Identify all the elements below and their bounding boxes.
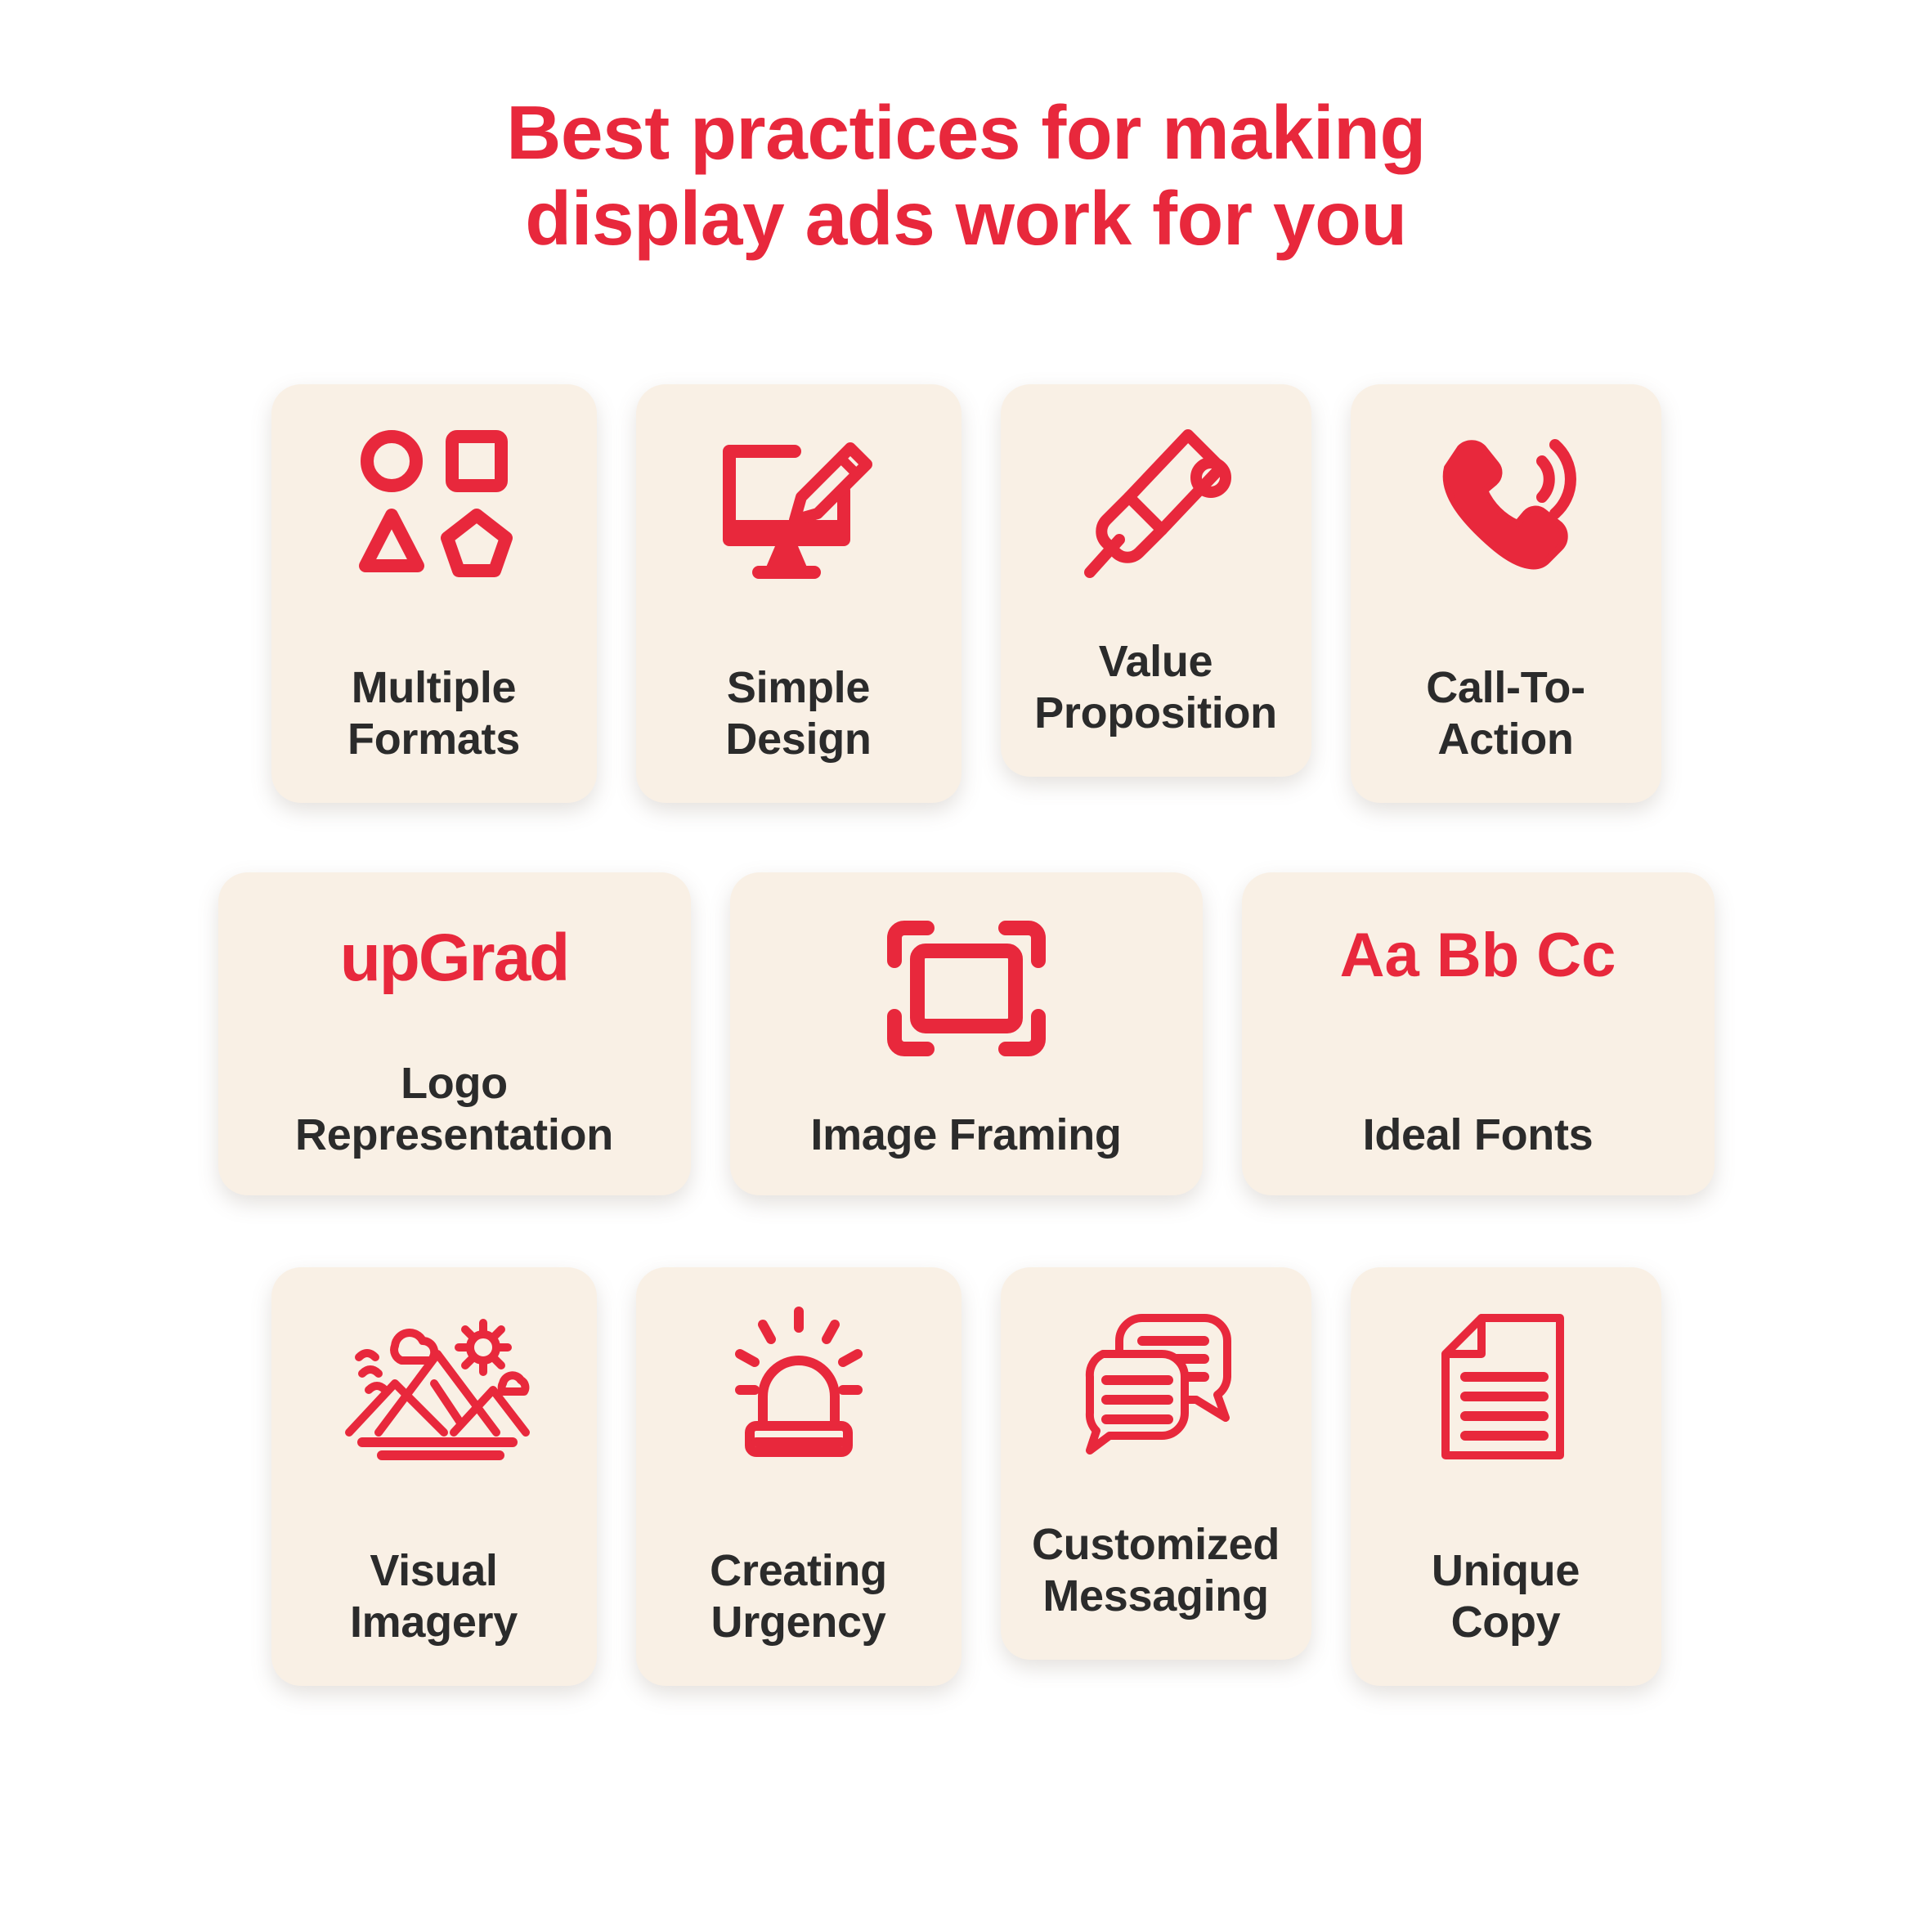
card-customized-messaging[interactable]: Customized Messaging [1000, 1267, 1311, 1660]
upgrad-logo-text: upGrad [339, 921, 571, 995]
card-label-line-1: Visual [370, 1545, 498, 1595]
page-title: Best practices for making display ads wo… [0, 90, 1932, 262]
font-sample: Aa Bb Cc [1340, 925, 1616, 987]
cards-grid: Multiple Formats Simple Design Value Pro… [0, 384, 1932, 1755]
card-label: Simple Design [725, 662, 872, 765]
card-label: Customized Messaging [1032, 1519, 1280, 1622]
monitor-pencil-icon [713, 422, 885, 585]
card-label-line-2: Representation [295, 1109, 613, 1159]
card-label: Call-To- Action [1426, 662, 1585, 765]
card-label-line-1: Logo [401, 1058, 508, 1108]
card-label-line-2: Urgency [710, 1597, 886, 1647]
card-visual-imagery[interactable]: Visual Imagery [271, 1267, 597, 1686]
card-label: Visual Imagery [350, 1545, 518, 1648]
title-line-1: Best practices for making [506, 90, 1426, 175]
infographic-page: Best practices for making display ads wo… [0, 0, 1932, 1932]
document-icon [1432, 1305, 1580, 1468]
card-label-line-1: Image Framing [810, 1109, 1122, 1159]
card-label-line-2: Design [725, 714, 872, 764]
card-label-line-2: Imagery [349, 1597, 518, 1647]
card-image-framing[interactable]: Image Framing [729, 872, 1203, 1195]
shapes-icon [352, 422, 516, 585]
phone-ring-icon [1424, 422, 1588, 585]
card-multiple-formats[interactable]: Multiple Formats [271, 384, 597, 803]
upgrad-logo: upGrad [339, 921, 571, 995]
card-label-line-1: Call-To- [1426, 662, 1585, 712]
card-unique-copy[interactable]: Unique Copy [1350, 1267, 1661, 1686]
card-creating-urgency[interactable]: Creating Urgency [635, 1267, 962, 1686]
font-sample-text: Aa Bb Cc [1339, 921, 1616, 990]
card-label-line-2: Copy [1450, 1597, 1561, 1647]
card-label: Ideal Fonts [1363, 1109, 1594, 1161]
card-label-line-1: Multiple [351, 662, 517, 712]
card-label-line-1: Ideal Fonts [1362, 1109, 1594, 1159]
card-label-line-1: Value [1098, 636, 1213, 686]
card-label-line-2: Action [1437, 714, 1574, 764]
card-label-line-1: Creating [710, 1545, 887, 1595]
card-call-to-action[interactable]: Call-To- Action [1350, 384, 1661, 803]
card-ideal-fonts[interactable]: Aa Bb Cc Ideal Fonts [1241, 872, 1715, 1195]
card-value-proposition[interactable]: Value Proposition [1000, 384, 1311, 777]
card-label-line-1: Customized [1031, 1519, 1280, 1569]
chat-bubbles-icon [1070, 1305, 1242, 1460]
card-label-line-1: Unique [1431, 1545, 1580, 1595]
card-logo-representation[interactable]: upGrad Logo Representation [217, 872, 691, 1195]
siren-icon [717, 1305, 881, 1468]
card-label: Logo Representation [295, 1058, 613, 1161]
card-label: Unique Copy [1432, 1545, 1580, 1648]
mountain-landscape-icon [336, 1305, 532, 1460]
card-label-line-2: Messaging [1042, 1571, 1269, 1620]
card-label: Multiple Formats [347, 662, 520, 765]
card-label: Value Proposition [1034, 636, 1277, 739]
title-line-2: display ads work for you [525, 176, 1407, 262]
cards-row-1: Multiple Formats Simple Design Value Pro… [0, 384, 1932, 803]
megaphone-icon [1070, 422, 1242, 585]
card-label-line-1: Simple [726, 662, 871, 712]
cards-row-3: Visual Imagery Creating Urgency Customiz… [0, 1267, 1932, 1686]
card-label: Creating Urgency [710, 1545, 887, 1648]
cards-row-2: upGrad Logo Representation Image Framing… [0, 872, 1932, 1195]
image-frame-icon [885, 918, 1048, 1059]
card-label-line-2: Formats [347, 714, 520, 764]
card-label-line-2: Proposition [1034, 688, 1277, 737]
card-simple-design[interactable]: Simple Design [635, 384, 962, 803]
card-label: Image Framing [810, 1109, 1122, 1161]
